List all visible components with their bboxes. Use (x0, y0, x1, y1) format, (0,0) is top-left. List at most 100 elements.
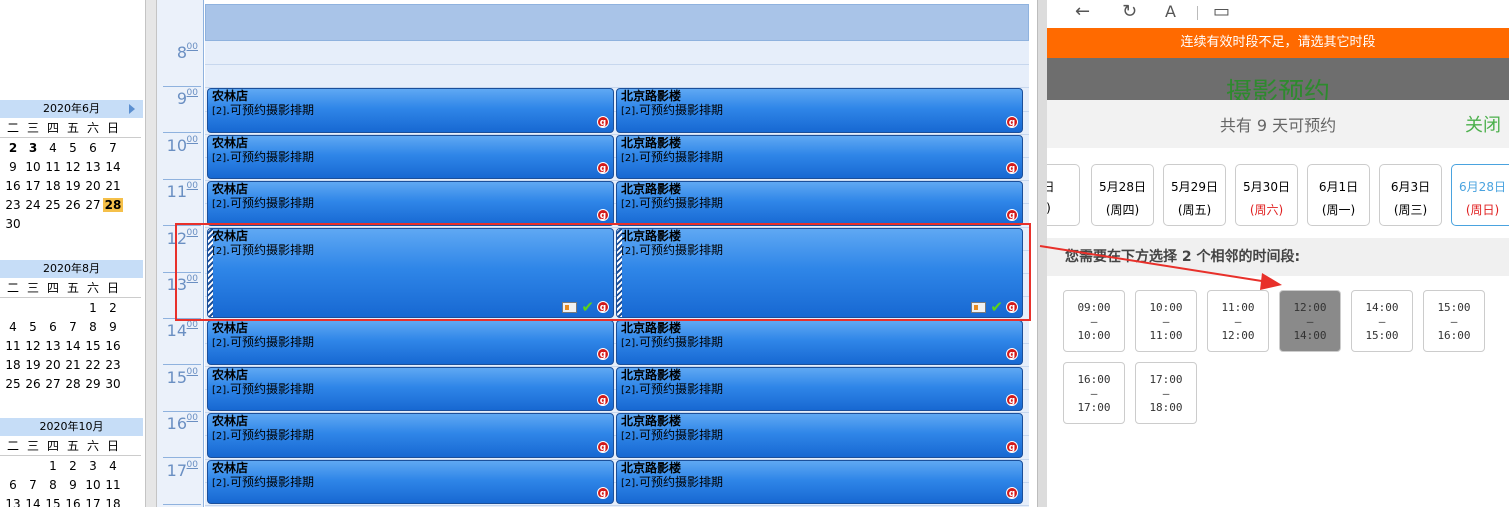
day-cell[interactable]: 21 (103, 179, 123, 193)
day-cell[interactable]: 3 (23, 141, 43, 155)
time-slot-button[interactable]: 17:00–18:00 (1135, 362, 1197, 424)
appointment-block[interactable]: 农林店 [2].可预约摄影排期 g (207, 88, 614, 133)
appointment-block[interactable]: 农林店 [2].可预约摄影排期 g (207, 459, 614, 504)
day-cell[interactable]: 7 (63, 320, 83, 334)
right-splitter[interactable] (1037, 0, 1047, 507)
day-cell[interactable]: 20 (83, 179, 103, 193)
appointment-block[interactable]: 农林店 [2].可预约摄影排期 g (207, 134, 614, 180)
day-cell[interactable]: 14 (23, 497, 43, 507)
day-cell[interactable]: 18 (3, 358, 23, 372)
day-cell[interactable]: 25 (43, 198, 63, 212)
day-cell[interactable]: 17 (23, 179, 43, 193)
appointment-block[interactable]: 北京路影楼 [2].可预约摄影排期 g (616, 366, 1023, 412)
day-cell[interactable]: 1 (83, 301, 103, 315)
day-cell[interactable]: 12 (23, 339, 43, 353)
day-cell[interactable]: 4 (43, 141, 63, 155)
time-slot-button[interactable]: 12:00–14:00 (1279, 290, 1341, 352)
close-button[interactable]: 关闭 (1465, 111, 1501, 137)
day-cell[interactable]: 26 (63, 198, 83, 212)
panel-splitter[interactable] (145, 0, 157, 507)
day-cell[interactable]: 2 (63, 459, 83, 473)
day-cell[interactable]: 11 (3, 339, 23, 353)
day-cell[interactable]: 14 (103, 160, 123, 174)
day-cell[interactable]: 27 (83, 198, 103, 212)
window-icon[interactable]: ▭ (1213, 2, 1230, 22)
appointment-block[interactable]: 农林店 [2].可预约摄影排期 g (207, 320, 614, 365)
time-slot-button[interactable]: 14:00–15:00 (1351, 290, 1413, 352)
day-cell[interactable]: 23 (3, 198, 23, 212)
day-cell[interactable]: 13 (43, 339, 63, 353)
day-cell[interactable]: 26 (23, 377, 43, 391)
day-cell[interactable]: 19 (23, 358, 43, 372)
all-day-area[interactable] (205, 4, 1029, 41)
day-cell[interactable]: 30 (3, 217, 23, 231)
day-cell[interactable]: 11 (103, 478, 123, 492)
day-cell[interactable]: 13 (83, 160, 103, 174)
date-card[interactable]: 5月28日 (周四) (1091, 164, 1154, 226)
date-card[interactable]: 5月30日 (周六) (1235, 164, 1298, 226)
day-cell[interactable]: 27 (43, 377, 63, 391)
appointment-block[interactable]: 北京路影楼 [2].可预约摄影排期 g (616, 320, 1023, 365)
date-card[interactable]: 6月3日 (周三) (1379, 164, 1442, 226)
refresh-icon[interactable]: ↻ (1122, 2, 1137, 22)
day-cell[interactable]: 28 (103, 197, 123, 212)
day-cell[interactable]: 4 (3, 320, 23, 334)
day-cell[interactable]: 25 (3, 377, 23, 391)
day-cell[interactable]: 16 (103, 339, 123, 353)
day-cell[interactable]: 31 (0, 396, 3, 410)
time-slot-button[interactable]: 16:00–17:00 (1063, 362, 1125, 424)
day-cell[interactable]: 24 (23, 198, 43, 212)
day-cell[interactable]: 5 (63, 141, 83, 155)
day-cell[interactable]: 11 (43, 160, 63, 174)
day-cell[interactable]: 14 (63, 339, 83, 353)
day-cell[interactable]: 3 (83, 459, 103, 473)
day-cell[interactable]: 17 (83, 497, 103, 507)
time-slot-button[interactable]: 10:00–11:00 (1135, 290, 1197, 352)
appointment-block[interactable]: 北京路影楼 [2].可预约摄影排期 g (616, 413, 1023, 458)
day-cell[interactable]: 23 (103, 358, 123, 372)
day-cell[interactable]: 5 (23, 320, 43, 334)
appointment-block[interactable]: 农林店 [2].可预约摄影排期 g (207, 413, 614, 458)
day-cell[interactable]: 13 (3, 497, 23, 507)
appointment-block[interactable]: 北京路影楼 [2].可预约摄影排期 g (616, 459, 1023, 504)
back-icon[interactable]: ← (1075, 2, 1090, 22)
day-cell[interactable]: 12 (63, 160, 83, 174)
day-cell[interactable]: 1 (43, 459, 63, 473)
day-cell[interactable]: 6 (3, 478, 23, 492)
day-cell[interactable]: 29 (83, 377, 103, 391)
day-cell[interactable]: 15 (43, 497, 63, 507)
date-card[interactable]: 5月29日 (周五) (1163, 164, 1226, 226)
day-cell[interactable]: 2 (103, 301, 123, 315)
day-cell[interactable]: 15 (83, 339, 103, 353)
appointment-block[interactable]: 北京路影楼 [2].可预约摄影排期 g (616, 181, 1023, 226)
date-card[interactable]: 6月1日 (周一) (1307, 164, 1370, 226)
day-cell[interactable]: 16 (63, 497, 83, 507)
appointment-block[interactable]: 北京路影楼 [2].可预约摄影排期 g (616, 134, 1023, 180)
appointment-block[interactable]: 农林店 [2].可预约摄影排期 g (207, 366, 614, 412)
day-cell[interactable]: 28 (63, 377, 83, 391)
day-cell[interactable]: 6 (43, 320, 63, 334)
day-cell[interactable]: 30 (103, 377, 123, 391)
day-cell[interactable]: 18 (103, 497, 123, 507)
appointment-block[interactable]: 北京路影楼 [2].可预约摄影排期 g (616, 88, 1023, 133)
date-card[interactable]: 日) (1047, 164, 1080, 226)
day-cell[interactable]: 7 (103, 141, 123, 155)
day-cell[interactable]: 8 (43, 478, 63, 492)
day-cell[interactable]: 19 (63, 179, 83, 193)
day-cell[interactable]: 18 (43, 179, 63, 193)
day-cell[interactable]: 6 (83, 141, 103, 155)
time-slot-button[interactable]: 11:00–12:00 (1207, 290, 1269, 352)
day-cell[interactable]: 4 (103, 459, 123, 473)
font-size-icon[interactable]: A (1165, 2, 1176, 22)
day-cell[interactable]: 9 (3, 160, 23, 174)
day-cell[interactable]: 22 (83, 358, 103, 372)
day-cell[interactable]: 21 (63, 358, 83, 372)
day-cell[interactable]: 10 (83, 478, 103, 492)
time-slot-button[interactable]: 15:00–16:00 (1423, 290, 1485, 352)
date-card[interactable]: 6月28日 (周日) (1451, 164, 1509, 226)
next-month-icon[interactable] (129, 104, 135, 114)
day-cell[interactable]: 9 (63, 478, 83, 492)
day-cell[interactable]: 16 (3, 179, 23, 193)
time-slot-button[interactable]: 09:00–10:00 (1063, 290, 1125, 352)
day-cell[interactable]: 7 (23, 478, 43, 492)
